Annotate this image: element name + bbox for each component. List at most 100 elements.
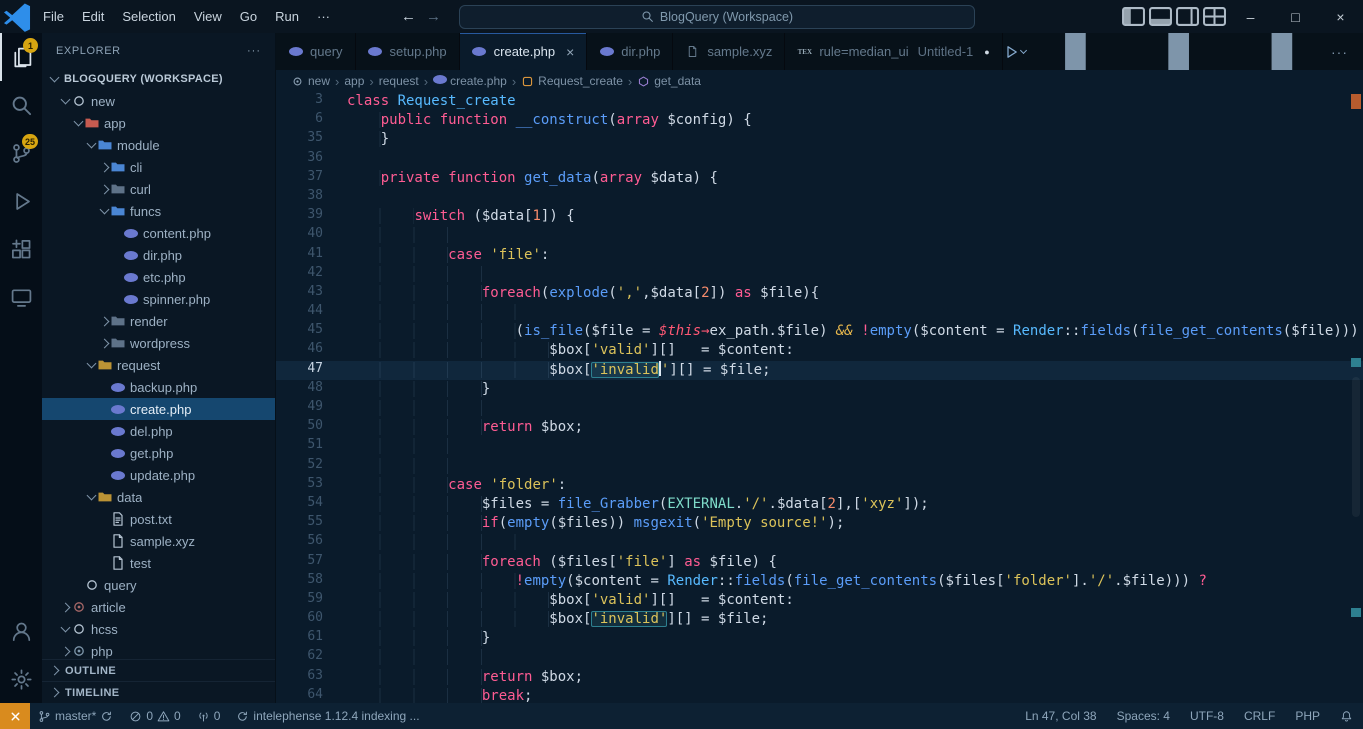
toggle-sidebar-icon[interactable] (1120, 0, 1147, 33)
tree-item-etc-php[interactable]: etc.php (42, 266, 275, 288)
tab-dir-php[interactable]: dir.php (587, 33, 673, 70)
line-number[interactable]: 52 (276, 457, 323, 476)
breadcrumb-item-Request-create[interactable]: Request_create (521, 74, 623, 88)
tab-sample-xyz[interactable]: sample.xyz (673, 33, 785, 70)
minimize-button[interactable]: – (1228, 0, 1273, 33)
tab-create-php[interactable]: create.php× (460, 33, 588, 70)
breadcrumb-item-create-php[interactable]: create.php (433, 74, 507, 88)
line-number[interactable]: 37 (276, 169, 323, 188)
line-number[interactable]: 46 (276, 341, 323, 360)
more-actions-button[interactable]: ··· (1331, 44, 1348, 60)
code-line-62[interactable]: 62 (276, 648, 1363, 667)
code-line-43[interactable]: 43 foreach(explode(',',$data[2]) as $fil… (276, 284, 1363, 303)
history-back-icon[interactable]: ← (401, 8, 416, 25)
tree-item-get-php[interactable]: get.php (42, 442, 275, 464)
line-number[interactable]: 38 (276, 188, 323, 207)
activity-explorer[interactable]: 1 (0, 33, 42, 81)
activity-search[interactable] (0, 81, 42, 129)
code-line-47[interactable]: 47 $box['invalid'][] = $file; (276, 361, 1363, 380)
code-line-37[interactable]: 37 private function get_data(array $data… (276, 169, 1363, 188)
section-timeline[interactable]: TIMELINE (42, 681, 275, 703)
breadcrumb-item-new[interactable]: new (291, 74, 330, 88)
tree-item-update-php[interactable]: update.php (42, 464, 275, 486)
layout-customize-icon[interactable] (1201, 0, 1228, 33)
tree-item-app[interactable]: app (42, 112, 275, 134)
code-line-56[interactable]: 56 (276, 533, 1363, 552)
activity-settings[interactable] (0, 655, 42, 703)
line-number[interactable]: 35 (276, 130, 323, 149)
status-language-mode[interactable]: PHP (1285, 703, 1330, 729)
line-number[interactable]: 48 (276, 380, 323, 399)
tree-item-funcs[interactable]: funcs (42, 200, 275, 222)
maximize-button[interactable]: □ (1273, 0, 1318, 33)
breadcrumb-item-get-data[interactable]: get_data (637, 74, 701, 88)
line-number[interactable]: 44 (276, 303, 323, 322)
workspace-root[interactable]: BLOGQUERY (WORKSPACE) (42, 68, 275, 90)
line-number[interactable]: 62 (276, 648, 323, 667)
code-line-57[interactable]: 57 foreach ($files['file'] as $file) { (276, 553, 1363, 572)
tab-setup-php[interactable]: setup.php (356, 33, 460, 70)
status-notifications[interactable] (1330, 703, 1363, 729)
code-line-49[interactable]: 49 (276, 399, 1363, 418)
line-number[interactable]: 6 (276, 111, 323, 130)
explorer-more-icon[interactable]: ··· (247, 45, 261, 57)
line-number[interactable]: 56 (276, 533, 323, 552)
tree-item-backup-php[interactable]: backup.php (42, 376, 275, 398)
line-number[interactable]: 55 (276, 514, 323, 533)
code-line-44[interactable]: 44 (276, 303, 1363, 322)
line-number[interactable]: 39 (276, 207, 323, 226)
code-line-41[interactable]: 41 case 'file': (276, 246, 1363, 265)
line-number[interactable]: 59 (276, 591, 323, 610)
line-number[interactable]: 60 (276, 610, 323, 629)
tree-item-test[interactable]: test (42, 552, 275, 574)
menu-run[interactable]: Run (266, 0, 308, 33)
code-line-61[interactable]: 61 } (276, 629, 1363, 648)
activity-account[interactable] (0, 607, 42, 655)
line-number[interactable]: 54 (276, 495, 323, 514)
tree-item-curl[interactable]: curl (42, 178, 275, 200)
breadcrumb-item-request[interactable]: request (379, 74, 419, 88)
code-line-50[interactable]: 50 return $box; (276, 418, 1363, 437)
code-line-46[interactable]: 46 $box['valid'][] = $content: (276, 341, 1363, 360)
code-line-38[interactable]: 38 (276, 188, 1363, 207)
status-ports[interactable]: 0 (189, 703, 229, 729)
activity-source-control[interactable]: 25 (0, 129, 42, 177)
menu-file[interactable]: File (34, 0, 73, 33)
command-center-search[interactable]: BlogQuery (Workspace) (459, 5, 975, 29)
activity-extensions[interactable] (0, 225, 42, 273)
line-number[interactable]: 64 (276, 687, 323, 703)
tree-item-module[interactable]: module (42, 134, 275, 156)
status-eol[interactable]: CRLF (1234, 703, 1285, 729)
code-line-40[interactable]: 40 (276, 226, 1363, 245)
code-line-6[interactable]: 6 public function __construct(array $con… (276, 111, 1363, 130)
run-button[interactable] (1003, 44, 1026, 60)
tree-item-php[interactable]: php (42, 640, 275, 659)
code-line-64[interactable]: 64 break; (276, 687, 1363, 703)
menu-view[interactable]: View (185, 0, 231, 33)
tree-item-del-php[interactable]: del.php (42, 420, 275, 442)
tree-item-spinner-php[interactable]: spinner.php (42, 288, 275, 310)
line-number[interactable]: 53 (276, 476, 323, 495)
line-number[interactable]: 41 (276, 246, 323, 265)
menu-go[interactable]: Go (231, 0, 266, 33)
tree-item-render[interactable]: render (42, 310, 275, 332)
code-line-63[interactable]: 63 return $box; (276, 668, 1363, 687)
tree-item-new[interactable]: new (42, 90, 275, 112)
line-number[interactable]: 47 (276, 361, 323, 380)
status-problems[interactable]: 00 (121, 703, 188, 729)
status-cursor-position[interactable]: Ln 47, Col 38 (1015, 703, 1106, 729)
line-number[interactable]: 42 (276, 265, 323, 284)
tree-item-request[interactable]: request (42, 354, 275, 376)
code-line-45[interactable]: 45 (is_file($file = $this→ex_path.$file)… (276, 322, 1363, 341)
code-line-3[interactable]: 3class Request_create (276, 92, 1363, 111)
tree-item-data[interactable]: data (42, 486, 275, 508)
status-language-status[interactable]: intelephense 1.12.4 indexing ... (228, 703, 427, 729)
line-number[interactable]: 36 (276, 150, 323, 169)
line-number[interactable]: 50 (276, 418, 323, 437)
code-line-53[interactable]: 53 case 'folder': (276, 476, 1363, 495)
status-git-branch[interactable]: master* (30, 703, 121, 729)
code-line-60[interactable]: 60 $box['invalid'][] = $file; (276, 610, 1363, 629)
toggle-panel-icon[interactable] (1147, 0, 1174, 33)
tree-item-hcss[interactable]: hcss (42, 618, 275, 640)
line-number[interactable]: 63 (276, 668, 323, 687)
